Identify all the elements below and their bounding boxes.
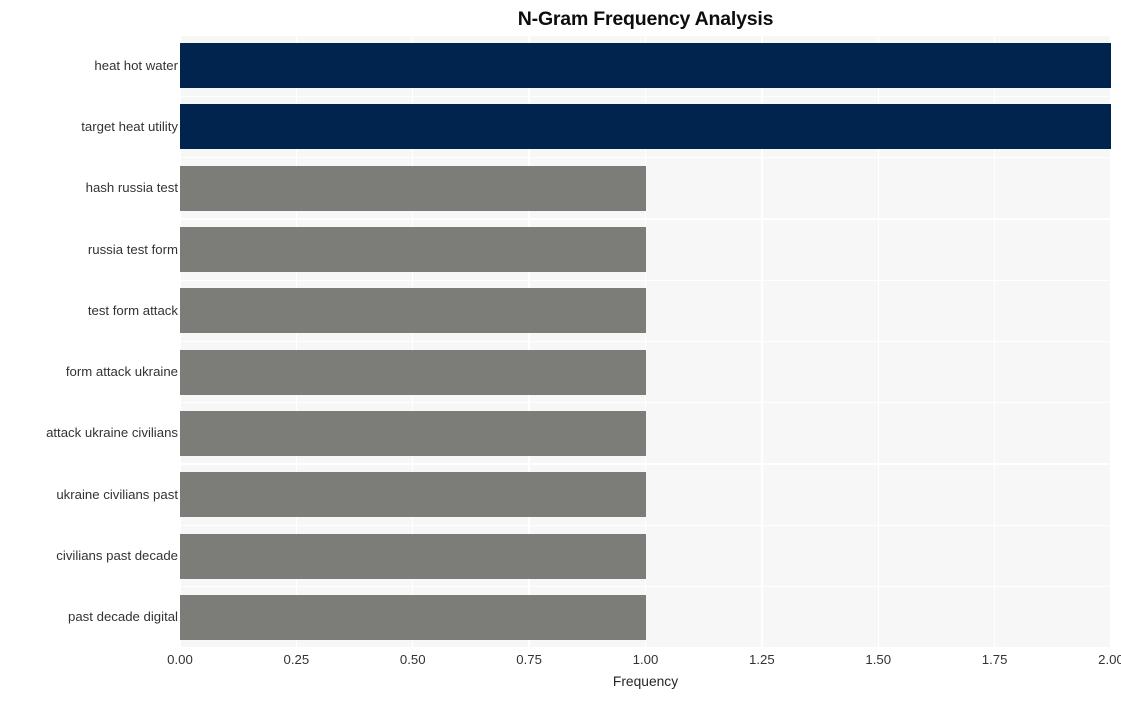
- bar[interactable]: [180, 349, 646, 395]
- x-axis-title: Frequency: [612, 674, 679, 689]
- gridline-horizontal: [180, 402, 1111, 404]
- x-tick-label: 1.50: [865, 652, 892, 667]
- bar[interactable]: [180, 104, 1111, 150]
- x-tick-label: 0.00: [167, 652, 193, 667]
- gridline-horizontal: [180, 279, 1111, 281]
- gridline-horizontal: [180, 95, 1111, 97]
- gridline-horizontal: [180, 586, 1111, 588]
- y-tick-label: target heat utility: [81, 118, 178, 134]
- bar[interactable]: [180, 288, 646, 334]
- y-tick-label: form attack ukraine: [65, 364, 178, 380]
- x-tick-label: 0.25: [283, 652, 310, 667]
- gridline-horizontal: [180, 524, 1111, 527]
- x-tick-label: 1.25: [749, 652, 775, 667]
- y-tick-label: russia test form: [87, 241, 178, 257]
- gridline-horizontal: [180, 156, 1111, 159]
- bar[interactable]: [180, 410, 646, 456]
- bar[interactable]: [180, 43, 1111, 89]
- bar[interactable]: [180, 533, 646, 579]
- x-tick-label: 1.75: [981, 652, 1008, 667]
- y-tick-label: hash russia test: [85, 180, 178, 196]
- gridline-horizontal: [180, 35, 1111, 36]
- chart-title: N-Gram Frequency Analysis: [517, 8, 774, 30]
- x-tick-label: 0.50: [399, 652, 426, 667]
- y-tick-label: heat hot water: [94, 57, 178, 73]
- x-tick-label: 1.00: [632, 652, 659, 667]
- gridline-horizontal: [180, 647, 1111, 648]
- gridline-horizontal: [180, 340, 1111, 343]
- y-tick-label: past decade digital: [68, 609, 178, 625]
- plot-area: [180, 35, 1111, 648]
- y-tick-label: attack ukraine civilians: [46, 425, 178, 441]
- gridline-horizontal: [180, 463, 1111, 465]
- bar[interactable]: [180, 594, 646, 640]
- chart-figure: N-Gram Frequency Analysis heat hot water…: [0, 0, 1121, 701]
- y-tick-label: test form attack: [87, 302, 178, 318]
- bar[interactable]: [180, 227, 646, 273]
- bar[interactable]: [180, 165, 646, 211]
- x-tick-label: 2.00: [1098, 652, 1121, 667]
- y-tick-label: civilians past decade: [56, 548, 178, 564]
- x-tick-label: 0.75: [516, 652, 542, 667]
- bar[interactable]: [180, 472, 646, 518]
- y-tick-label: ukraine civilians past: [56, 486, 178, 502]
- gridline-horizontal: [180, 218, 1111, 220]
